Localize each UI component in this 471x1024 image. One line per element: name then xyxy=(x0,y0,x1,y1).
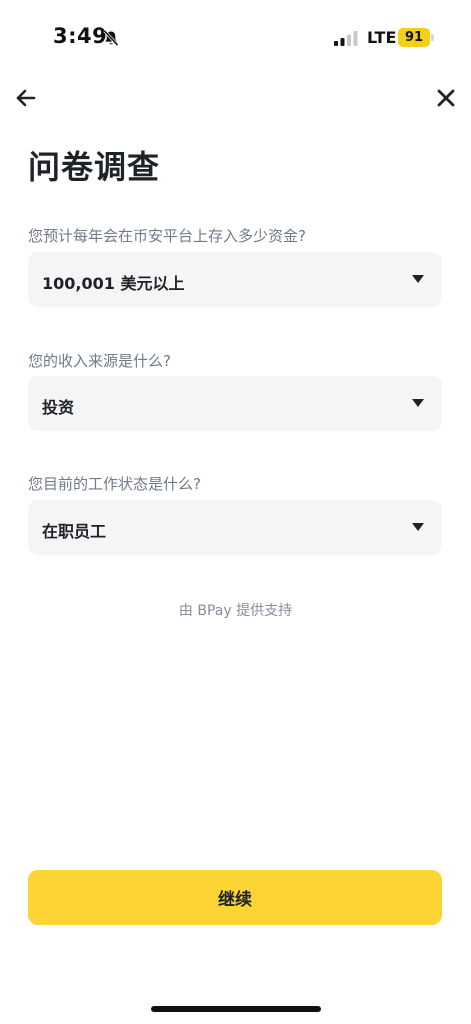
deposit-amount-select[interactable]: 100,001 美元以上 xyxy=(28,252,442,307)
page-title: 问卷调查 xyxy=(28,148,161,186)
signal-icon xyxy=(334,31,358,46)
continue-button[interactable]: 继续 xyxy=(28,870,442,925)
income-source-select[interactable]: 投资 xyxy=(28,376,442,431)
battery-nub xyxy=(431,34,434,41)
question-deposit-label: 您预计每年会在币安平台上存入多少资金? xyxy=(28,227,306,245)
home-indicator xyxy=(151,1006,321,1012)
battery-indicator: 91 xyxy=(398,28,430,47)
caret-down-icon xyxy=(412,399,424,407)
bell-slash-icon xyxy=(103,29,119,47)
status-bar: 3:49 LTE 91 xyxy=(0,0,471,76)
close-icon[interactable] xyxy=(434,86,458,110)
arrow-left-icon[interactable] xyxy=(14,86,38,110)
caret-down-icon xyxy=(412,523,424,531)
income-source-value: 投资 xyxy=(42,398,75,417)
powered-by-text: 由 BPay 提供支持 xyxy=(178,603,293,619)
employment-status-select[interactable]: 在职员工 xyxy=(28,500,442,555)
employment-status-value: 在职员工 xyxy=(42,522,107,541)
question-employment-label: 您目前的工作状态是什么? xyxy=(28,475,201,493)
caret-down-icon xyxy=(412,275,424,283)
status-time: 3:49 xyxy=(53,24,108,48)
question-income-label: 您的收入来源是什么? xyxy=(28,352,171,370)
deposit-amount-value: 100,001 美元以上 xyxy=(42,274,185,293)
survey-screen: 3:49 LTE 91 问卷调查 您预计每年会在币安平台上存入多少资金? 100… xyxy=(0,0,471,1024)
network-label: LTE xyxy=(367,28,397,47)
